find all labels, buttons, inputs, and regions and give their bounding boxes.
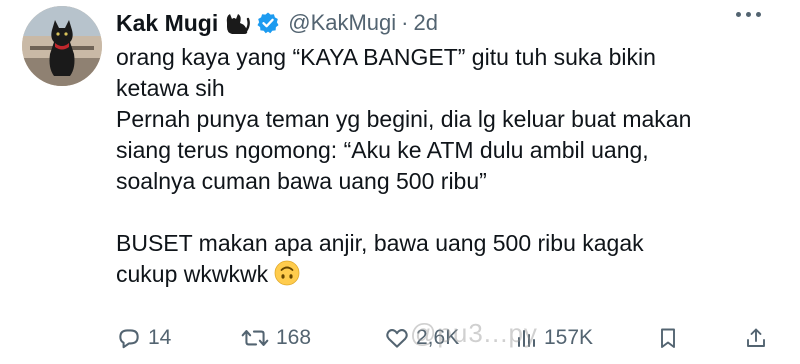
tweet-card: Kak Mugi @KakMugi · 2d orang kaya yang “…: [0, 0, 800, 364]
tweet-timestamp[interactable]: 2d: [414, 10, 438, 36]
tweet-line: cukup wkwkwk: [116, 259, 786, 294]
tweet-line: ketawa sih: [116, 75, 225, 101]
tweet-line: BUSET makan apa anjir, bawa uang 500 rib…: [116, 230, 644, 256]
bookmark-button[interactable]: [656, 320, 680, 356]
watermark: @pu3...py: [410, 318, 538, 348]
reply-count: 14: [148, 326, 172, 349]
tweet-line: orang kaya yang “KAYA BANGET” gitu tuh s…: [116, 44, 656, 70]
retweet-button[interactable]: 168: [240, 320, 311, 356]
retweet-count: 168: [276, 326, 312, 349]
cat-emoji-icon: [224, 11, 251, 35]
retweet-icon: [240, 325, 270, 351]
tweet-text: orang kaya yang “KAYA BANGET” gitu tuh s…: [116, 42, 786, 294]
tweet-line: soalnya cuman bawa uang 500 ribu”: [116, 168, 487, 194]
views-count: 157K: [544, 326, 594, 349]
verified-badge-icon: [256, 11, 280, 35]
share-icon: [744, 325, 768, 351]
share-button[interactable]: [744, 320, 768, 356]
reply-icon: [116, 325, 142, 351]
tweet-line: siang terus ngomong: “Aku ke ATM dulu am…: [116, 137, 649, 163]
separator-dot: ·: [401, 10, 409, 35]
heart-icon: [384, 325, 410, 351]
tweet-line: Pernah punya teman yg begini, dia lg kel…: [116, 106, 692, 132]
display-name[interactable]: Kak Mugi: [116, 10, 218, 37]
author-handle[interactable]: @KakMugi: [288, 10, 396, 36]
more-options-icon[interactable]: [736, 12, 761, 17]
upside-down-face-emoji-icon: [274, 260, 300, 294]
tweet-line-text: cukup wkwkwk: [116, 261, 269, 287]
avatar[interactable]: [22, 6, 102, 86]
reply-button[interactable]: 14: [116, 320, 171, 356]
tweet-header: Kak Mugi @KakMugi · 2d: [116, 6, 438, 40]
bookmark-icon: [656, 325, 680, 351]
